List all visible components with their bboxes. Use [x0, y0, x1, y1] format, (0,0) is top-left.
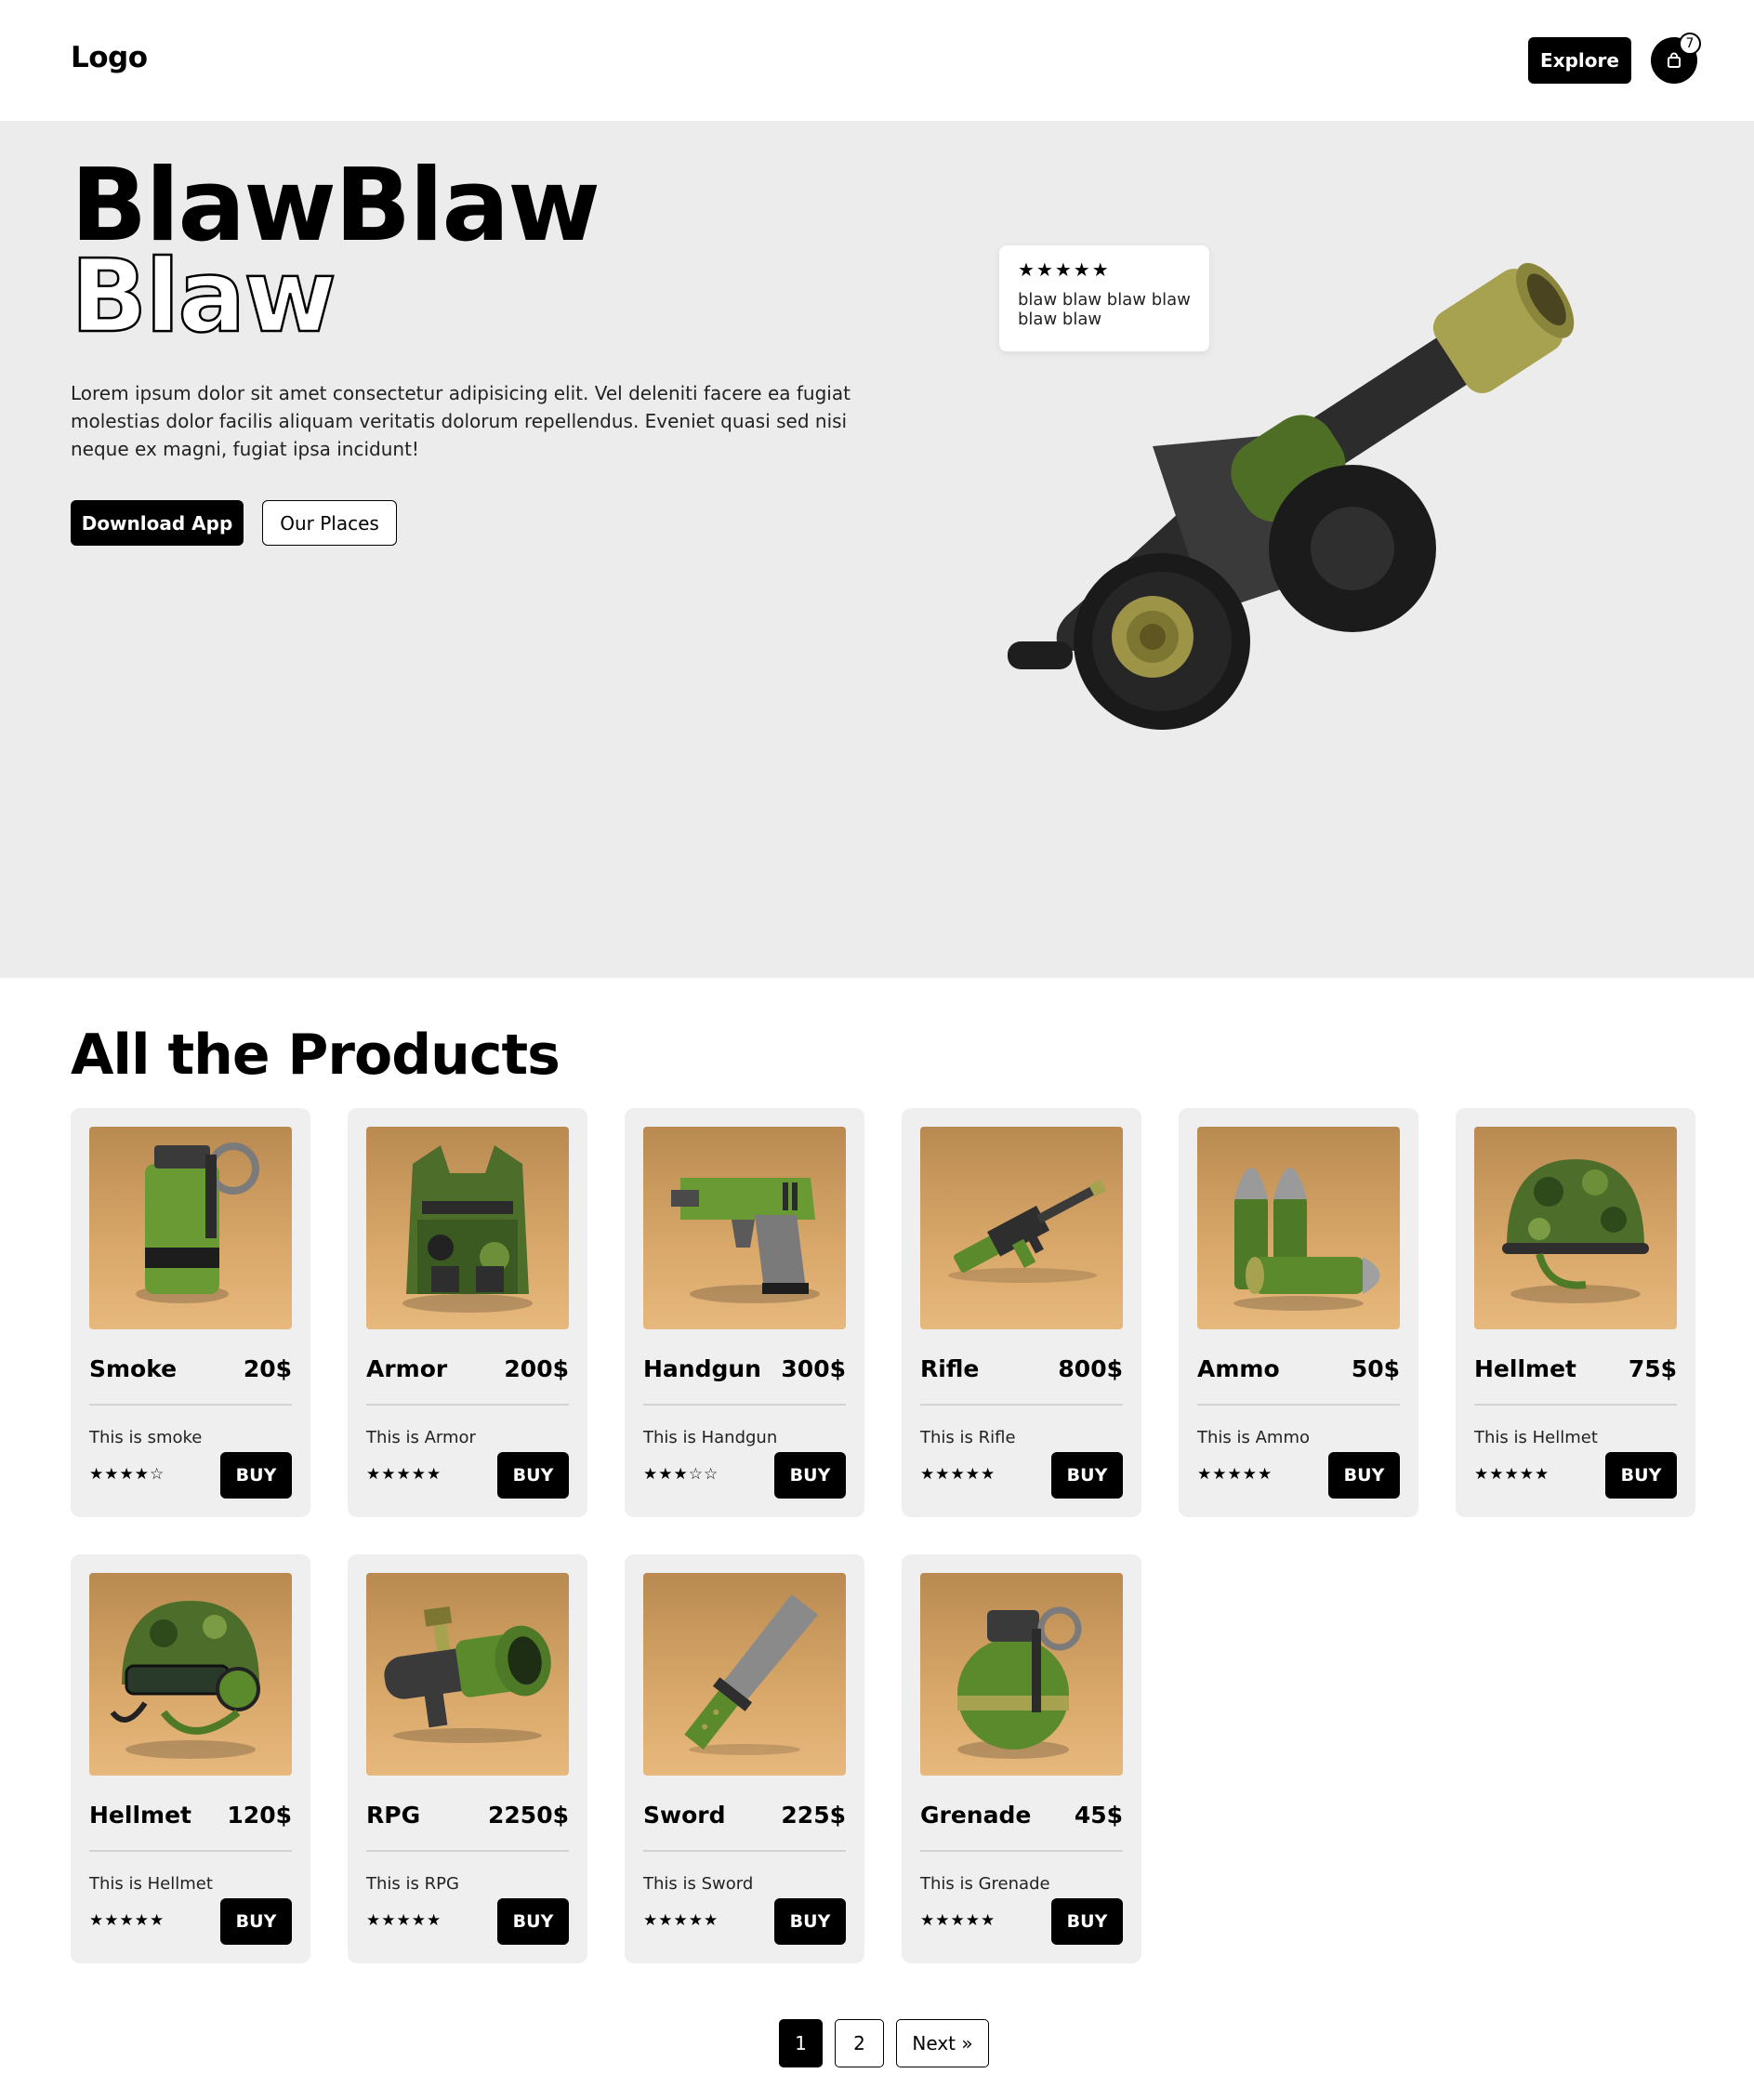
product-name: Ammo [1197, 1355, 1280, 1382]
pagination-page-1[interactable]: 1 [779, 2019, 823, 2067]
divider [366, 1850, 569, 1852]
product-card[interactable]: Rifle 800$ This is Rifle ★★★★★ BUY [902, 1108, 1141, 1517]
buy-button[interactable]: BUY [1051, 1452, 1123, 1499]
product-rating: ★★★★★ [1474, 1465, 1550, 1484]
helmet-icon [1474, 1127, 1677, 1329]
product-price: 45$ [1074, 1802, 1123, 1829]
product-card[interactable]: Smoke 20$ This is smoke ★★★★☆ BUY [71, 1108, 310, 1517]
product-rating: ★★★★★ [920, 1465, 996, 1484]
review-text: blaw blaw blaw blaw blaw blaw [1018, 290, 1191, 329]
buy-button[interactable]: BUY [1051, 1898, 1123, 1945]
product-rating: ★★★★★ [366, 1465, 442, 1484]
product-price: 75$ [1628, 1355, 1677, 1382]
smoke-grenade-icon [89, 1127, 292, 1329]
product-name: Smoke [89, 1355, 178, 1382]
pagination-page-2[interactable]: 2 [835, 2019, 884, 2067]
our-places-button[interactable]: Our Places [262, 500, 397, 546]
product-description: This is Handgun [643, 1428, 778, 1447]
product-name: Hellmet [89, 1802, 191, 1829]
product-name: Grenade [920, 1802, 1032, 1829]
product-name: Handgun [643, 1355, 761, 1382]
review-stars: ★★★★★ [1018, 258, 1111, 281]
logo[interactable]: Logo [71, 41, 148, 74]
divider [366, 1404, 569, 1406]
divider [920, 1404, 1123, 1406]
product-rating: ★★★☆☆ [643, 1465, 719, 1484]
product-name: Sword [643, 1802, 726, 1829]
product-rating: ★★★★☆ [89, 1465, 165, 1484]
buy-button[interactable]: BUY [774, 1452, 846, 1499]
product-price: 800$ [1058, 1355, 1123, 1382]
buy-button[interactable]: BUY [1328, 1452, 1400, 1499]
product-card[interactable]: Hellmet 120$ This is Hellmet ★★★★★ BUY [71, 1554, 310, 1963]
rpg-icon [366, 1573, 569, 1776]
product-price: 2250$ [488, 1802, 569, 1829]
armor-vest-icon [366, 1127, 569, 1329]
buy-button[interactable]: BUY [220, 1898, 292, 1945]
product-description: This is smoke [89, 1428, 203, 1447]
product-name: Hellmet [1474, 1355, 1576, 1382]
product-card[interactable]: Grenade 45$ This is Grenade ★★★★★ BUY [902, 1554, 1141, 1963]
buy-button[interactable]: BUY [1605, 1452, 1677, 1499]
product-card[interactable]: Sword 225$ This is Sword ★★★★★ BUY [625, 1554, 864, 1963]
product-price: 20$ [243, 1355, 292, 1382]
product-description: This is Ammo [1197, 1428, 1310, 1447]
product-price: 120$ [227, 1802, 292, 1829]
divider [643, 1850, 846, 1852]
product-card[interactable]: Hellmet 75$ This is Hellmet ★★★★★ BUY [1456, 1108, 1695, 1517]
product-price: 300$ [781, 1355, 846, 1382]
product-description: This is Rifle [920, 1428, 1016, 1447]
divider [643, 1404, 846, 1406]
shopping-bag-icon [1668, 52, 1681, 68]
product-card[interactable]: Ammo 50$ This is Ammo ★★★★★ BUY [1179, 1108, 1418, 1517]
product-description: This is Sword [643, 1874, 754, 1894]
cart-count-badge: 7 [1679, 33, 1701, 55]
download-app-button[interactable]: Download App [71, 500, 244, 546]
hero-description: Lorem ipsum dolor sit amet consectetur a… [71, 382, 851, 460]
divider [920, 1850, 1123, 1852]
explore-button[interactable]: Explore [1528, 37, 1631, 84]
divider [1474, 1404, 1677, 1406]
product-name: Armor [366, 1355, 448, 1382]
hero-title-outline: Blaw [70, 239, 338, 355]
product-description: This is Grenade [920, 1874, 1050, 1894]
buy-button[interactable]: BUY [220, 1452, 292, 1499]
grenade-icon [920, 1573, 1123, 1776]
buy-button[interactable]: BUY [497, 1898, 569, 1945]
product-rating: ★★★★★ [1197, 1465, 1273, 1484]
product-rating: ★★★★★ [89, 1911, 165, 1930]
divider [89, 1404, 292, 1406]
product-name: Rifle [920, 1355, 980, 1382]
product-price: 50$ [1351, 1355, 1400, 1382]
divider [1197, 1404, 1400, 1406]
helmet-headset-icon [89, 1573, 292, 1776]
product-description: This is Hellmet [89, 1874, 213, 1894]
review-card: ★★★★★ blaw blaw blaw blaw blaw blaw [999, 245, 1209, 351]
ammo-icon [1197, 1127, 1400, 1329]
buy-button[interactable]: BUY [497, 1452, 569, 1499]
product-description: This is Hellmet [1474, 1428, 1598, 1447]
product-card[interactable]: Armor 200$ This is Armor ★★★★★ BUY [348, 1108, 587, 1517]
product-price: 200$ [504, 1355, 569, 1382]
buy-button[interactable]: BUY [774, 1898, 846, 1945]
pagination-next[interactable]: Next » [896, 2019, 989, 2067]
product-description: This is RPG [366, 1874, 459, 1894]
rifle-icon [920, 1127, 1123, 1329]
divider [89, 1850, 292, 1852]
product-rating: ★★★★★ [920, 1911, 996, 1930]
sword-icon [643, 1573, 846, 1776]
product-rating: ★★★★★ [643, 1911, 719, 1930]
handgun-icon [643, 1127, 846, 1329]
products-title: All the Products [71, 1023, 560, 1088]
product-description: This is Armor [366, 1428, 476, 1447]
product-name: RPG [366, 1802, 421, 1829]
product-card[interactable]: Handgun 300$ This is Handgun ★★★☆☆ BUY [625, 1108, 864, 1517]
product-rating: ★★★★★ [366, 1911, 442, 1930]
product-price: 225$ [781, 1802, 846, 1829]
product-card[interactable]: RPG 2250$ This is RPG ★★★★★ BUY [348, 1554, 587, 1963]
site-header: Logo Explore 7 [0, 0, 1754, 121]
